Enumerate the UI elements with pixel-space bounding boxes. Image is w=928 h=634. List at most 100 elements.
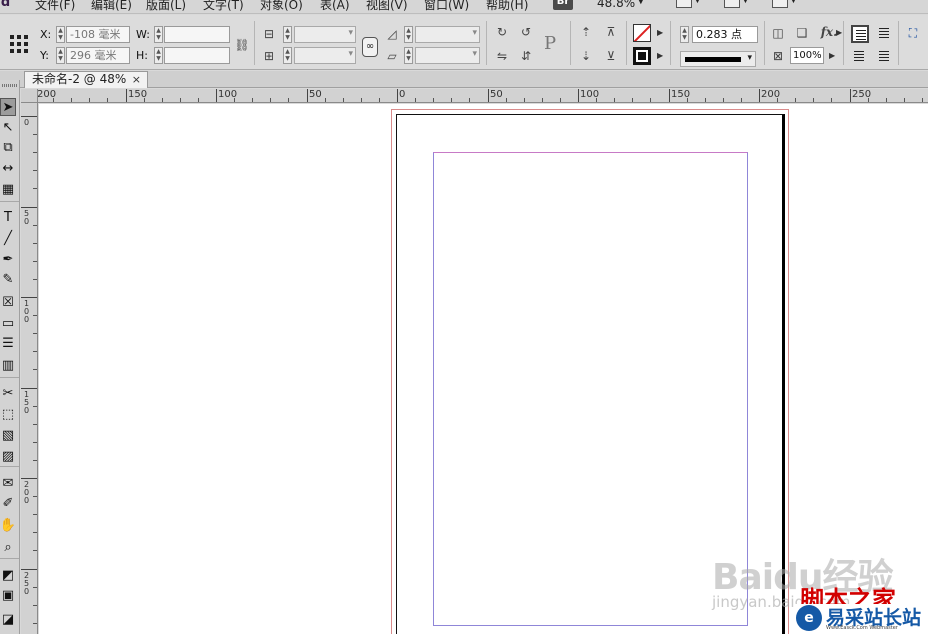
menu-type[interactable]: 文字(T) xyxy=(203,0,244,13)
zoom-level[interactable]: 48.8% xyxy=(597,0,635,10)
fill-swatch-arrow-icon[interactable]: ▶ xyxy=(657,28,663,37)
constrain-proportions-icon[interactable]: ⛓ xyxy=(234,37,250,53)
vertical-ruler[interactable]: 0 5 0 1 0 0 1 5 0 2 0 0 2 5 0 xyxy=(21,103,38,634)
free-transform-tool-icon[interactable]: ⬚ xyxy=(0,405,16,423)
arrange-documents-button[interactable]: ▼ xyxy=(772,0,798,10)
frame-fitting-icon[interactable]: ⛶ xyxy=(905,25,921,41)
bridge-button[interactable]: Br xyxy=(553,0,573,10)
horizontal-ruler[interactable]: 200 150 100 50 0 50 100 150 200 250 xyxy=(38,89,928,103)
menu-help[interactable]: 帮助(H) xyxy=(486,0,528,13)
ruler-minor-tick xyxy=(288,98,289,102)
gap-tool-icon[interactable]: ↔ xyxy=(0,159,16,177)
opacity-field[interactable]: 100% xyxy=(790,47,824,64)
y-stepper[interactable]: ▲ ▼ xyxy=(56,47,65,64)
document-tab[interactable]: 未命名-2 @ 48% × xyxy=(24,71,148,88)
drop-shadow-icon[interactable]: ◫ xyxy=(770,25,786,41)
view-options-button[interactable]: ▼ xyxy=(676,0,702,10)
view-options-icon xyxy=(676,0,692,8)
type-tool-icon[interactable]: T xyxy=(0,208,16,226)
fill-swatch-none[interactable] xyxy=(633,24,651,42)
stroke-weight-field[interactable]: 0.283 点 xyxy=(692,26,758,43)
ruler-major-tick xyxy=(21,388,37,389)
eyedropper-tool-icon[interactable]: ✐ xyxy=(0,494,16,512)
select-container-icon[interactable]: ⇡ xyxy=(578,24,594,40)
w-stepper[interactable]: ▲ ▼ xyxy=(154,26,163,43)
ruler-minor-tick xyxy=(741,98,742,102)
zoom-dropdown-icon[interactable]: ▼ xyxy=(637,0,645,6)
scale-y-dropdown[interactable] xyxy=(294,47,356,64)
reference-point-icon[interactable] xyxy=(10,35,28,53)
panel-grip[interactable] xyxy=(2,84,17,87)
menu-view[interactable]: 视图(V) xyxy=(366,0,408,13)
flip-vertical-icon[interactable]: ⇵ xyxy=(518,48,534,64)
stroke-weight-stepper[interactable]: ▲ ▼ xyxy=(680,26,689,43)
ruler-minor-tick xyxy=(33,170,37,171)
vertical-grid-tool-icon[interactable]: ▥ xyxy=(0,356,16,374)
selection-tool-icon[interactable]: ➤ xyxy=(0,98,16,116)
select-content-icon[interactable]: ⇣ xyxy=(578,48,594,64)
shear-stepper[interactable]: ▲ ▼ xyxy=(404,47,413,64)
pen-tool-icon[interactable]: ✒ xyxy=(0,250,16,268)
h-field[interactable] xyxy=(164,47,230,64)
scale-y-stepper[interactable]: ▲ ▼ xyxy=(283,47,292,64)
select-next-object-icon[interactable]: ⊻ xyxy=(603,48,619,64)
pencil-tool-icon[interactable]: ✎ xyxy=(0,270,16,288)
x-stepper[interactable]: ▲ ▼ xyxy=(56,26,65,43)
scissors-tool-icon[interactable]: ✂ xyxy=(0,384,16,402)
rectangle-tool-icon[interactable]: ▭ xyxy=(0,314,16,332)
ruler-minor-tick xyxy=(33,333,37,334)
x-field[interactable]: -108 毫米 xyxy=(66,26,130,43)
menu-object[interactable]: 对象(O) xyxy=(260,0,303,13)
text-wrap-bounding-box-button[interactable] xyxy=(876,25,894,43)
hand-tool-icon[interactable]: ✋ xyxy=(0,516,16,534)
shear-dropdown[interactable] xyxy=(415,47,480,64)
close-icon[interactable]: × xyxy=(132,72,141,87)
formatting-affects-icon[interactable]: ▣ xyxy=(0,586,16,604)
constrain-scale-icon[interactable]: ∞ xyxy=(362,37,378,57)
stroke-swatch-arrow-icon[interactable]: ▶ xyxy=(657,51,663,60)
rotate-ccw-icon[interactable]: ↺ xyxy=(518,24,534,40)
zoom-tool-icon[interactable]: ⌕ xyxy=(0,538,16,556)
rotate-cw-icon[interactable]: ↻ xyxy=(494,24,510,40)
stroke-type-dropdown[interactable] xyxy=(680,51,756,67)
rotation-dropdown[interactable] xyxy=(415,26,480,43)
scale-x-dropdown[interactable] xyxy=(294,26,356,43)
view-mode-icon[interactable]: ◪ xyxy=(0,610,16,628)
fx-arrow-icon[interactable]: ▶ xyxy=(836,28,842,37)
stroke-swatch[interactable] xyxy=(633,47,651,65)
select-previous-object-icon[interactable]: ⊼ xyxy=(603,24,619,40)
ruler-tick-label: 0 xyxy=(24,118,30,127)
content-collector-icon[interactable]: ▦ xyxy=(0,180,16,198)
flip-horizontal-icon[interactable]: ⇋ xyxy=(494,48,510,64)
text-wrap-none-button[interactable] xyxy=(851,25,869,43)
ruler-minor-tick xyxy=(33,369,37,370)
horizontal-grid-tool-icon[interactable]: ☰ xyxy=(0,334,16,352)
gradient-feather-tool-icon[interactable]: ▨ xyxy=(0,447,16,465)
opacity-arrow-icon[interactable]: ▶ xyxy=(829,51,835,60)
text-wrap-jump-button[interactable] xyxy=(876,48,894,66)
effects-shadow-icon[interactable]: ❑ xyxy=(794,25,810,41)
direct-selection-tool-icon[interactable]: ↖ xyxy=(0,118,16,136)
h-stepper[interactable]: ▲ ▼ xyxy=(154,47,163,64)
rotation-stepper[interactable]: ▲ ▼ xyxy=(404,26,413,43)
menu-file[interactable]: 文件(F) xyxy=(35,0,75,13)
menu-table[interactable]: 表(A) xyxy=(320,0,350,13)
text-wrap-shape-button[interactable] xyxy=(851,48,869,66)
rectangle-frame-tool-icon[interactable]: ☒ xyxy=(0,293,16,311)
page-tool-icon[interactable]: ⧉ xyxy=(0,138,16,156)
y-field[interactable]: 296 毫米 xyxy=(66,47,130,64)
w-field[interactable] xyxy=(164,26,230,43)
menu-layout[interactable]: 版面(L) xyxy=(146,0,186,13)
fill-stroke-icon[interactable]: ◩ xyxy=(0,566,16,584)
scale-x-stepper[interactable]: ▲ ▼ xyxy=(283,26,292,43)
note-tool-icon[interactable]: ✉ xyxy=(0,474,16,492)
screen-mode-button[interactable]: ▼ xyxy=(724,0,750,10)
line-tool-icon[interactable]: ╱ xyxy=(0,229,16,247)
ruler-minor-tick xyxy=(379,98,380,102)
ruler-minor-tick xyxy=(89,98,90,102)
gradient-swatch-tool-icon[interactable]: ▧ xyxy=(0,426,16,444)
menu-edit[interactable]: 编辑(E) xyxy=(91,0,132,13)
x-label: X: xyxy=(40,28,52,41)
menu-window[interactable]: 窗口(W) xyxy=(424,0,469,13)
ruler-origin[interactable] xyxy=(21,89,38,103)
